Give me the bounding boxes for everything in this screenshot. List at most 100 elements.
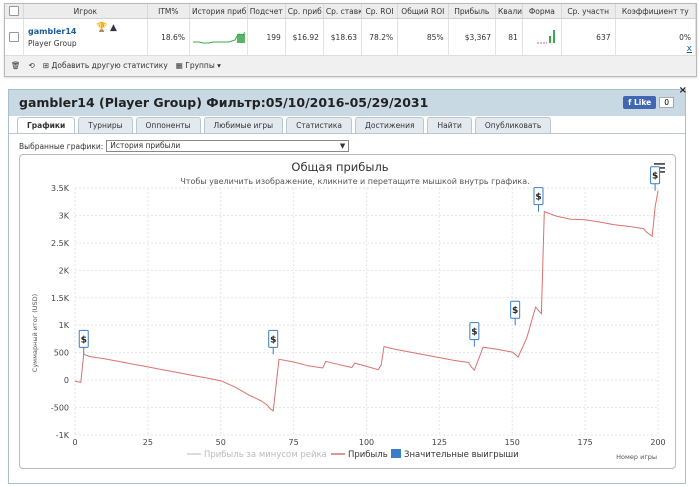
quali-value: 81 (495, 18, 523, 55)
big-win-marker[interactable]: $ (78, 329, 89, 355)
x-tick-label: 125 (432, 438, 447, 447)
legend-rake[interactable]: Прибыль за минусом рейка (204, 450, 327, 460)
groups-button[interactable]: ▦ Группы ▾ (176, 61, 221, 70)
big-win-marker[interactable]: $ (469, 322, 480, 347)
chart-select-label: Выбранные графики: (19, 141, 104, 151)
row-checkbox[interactable] (5, 18, 25, 55)
big-win-marker[interactable]: $ (533, 187, 544, 212)
close-icon[interactable]: × (679, 85, 687, 96)
x-tick-label: 50 (216, 438, 226, 447)
panel-title: gambler14 (Player Group) Фильтр:05/10/20… (19, 95, 429, 110)
profit-value: $3,367 (448, 18, 496, 55)
trophy-icon: 🏆 (96, 23, 108, 33)
panel-header: gambler14 (Player Group) Фильтр:05/10/20… (9, 85, 687, 116)
tab-favorite-games[interactable]: Любимые игры (203, 117, 284, 133)
y-tick-label: 1K (59, 321, 70, 330)
col-header[interactable]: Прибыль (448, 4, 496, 19)
big-win-marker[interactable]: $ (650, 166, 661, 191)
col-header[interactable]: Игрок (23, 4, 148, 19)
x-tick-label: 0 (72, 438, 77, 447)
x-tick-label: 200 (650, 438, 665, 447)
coef-value: 0% (615, 18, 696, 55)
y-tick-label: 3K (59, 211, 70, 220)
tab-tournaments[interactable]: Турниры (78, 117, 133, 133)
fb-like-count: 0 (659, 97, 674, 108)
tab-opponents[interactable]: Оппоненты (135, 117, 201, 133)
chart-title: Общая прибыль (291, 160, 388, 174)
dollar-icon: $ (652, 172, 658, 182)
fb-like-button[interactable]: f Like (623, 96, 657, 109)
tab-achievements[interactable]: Достижения (355, 117, 425, 133)
avg-roi-value: 78.2% (361, 18, 399, 55)
player-panel: gambler14 (Player Group) Фильтр:05/10/20… (8, 85, 687, 484)
x-tick-label: 175 (577, 438, 592, 447)
profit-chart[interactable]: Общая прибыль Чтобы увеличить изображени… (20, 155, 675, 468)
col-header[interactable]: Квали (495, 4, 523, 19)
avg-profit-value: $16.92 (285, 18, 324, 55)
y-tick-label: 0 (64, 376, 69, 385)
link-icon[interactable]: ⟲ (29, 61, 35, 70)
y-tick-label: 1.5K (51, 294, 70, 303)
facebook-icon: f (628, 98, 632, 107)
form-sparkline (522, 18, 562, 55)
col-header[interactable]: Форма (522, 4, 562, 19)
col-header[interactable]: Подсчет (247, 4, 286, 19)
remove-row-link[interactable]: x (687, 44, 692, 54)
avg-entrants-value: 637 (561, 18, 616, 55)
col-header[interactable]: Коэффициент ту (615, 4, 696, 19)
y-tick-label: -1K (56, 431, 70, 440)
tab-publish[interactable]: Опубликовать (474, 117, 552, 133)
dollar-icon: $ (512, 306, 518, 316)
y-tick-label: 2.5K (51, 239, 70, 248)
chart-container[interactable]: Общая прибыль Чтобы увеличить изображени… (19, 154, 676, 469)
x-tick-label: 25 (143, 438, 153, 447)
chevron-down-icon: ▼ (339, 142, 346, 150)
stats-panel: Игрок ITM% История приб Подсчет Ср. приб… (4, 3, 697, 77)
x-tick-label: 75 (289, 438, 299, 447)
col-header[interactable]: Ср. ROI (361, 4, 399, 19)
y-tick-label: 500 (54, 349, 69, 358)
tab-bar: Графики Турниры Оппоненты Любимые игры С… (17, 117, 552, 133)
count-value: 199 (247, 18, 286, 55)
chart-subtitle: Чтобы увеличить изображение, кликните и … (180, 177, 529, 186)
stats-table: Игрок ITM% История приб Подсчет Ср. приб… (5, 4, 696, 55)
col-header[interactable]: Ср. ставк (323, 4, 363, 19)
profit-history-sparkline (189, 18, 248, 55)
col-header[interactable]: История приб (189, 4, 248, 19)
tab-find[interactable]: Найти (427, 117, 472, 133)
x-axis-label: Номер игры (616, 453, 657, 461)
groups-label: Группы (185, 60, 215, 70)
col-header[interactable]: ITM% (147, 4, 190, 19)
tab-statistics[interactable]: Статистика (286, 117, 352, 133)
y-tick-label: 3.5K (51, 184, 70, 193)
dollar-icon: $ (535, 193, 541, 203)
add-stat-label: Добавить другую статистику (51, 60, 168, 70)
dollar-icon: $ (81, 335, 87, 345)
big-win-marker[interactable]: $ (268, 329, 279, 355)
player-name-link[interactable]: gambler14 (28, 27, 143, 36)
shark-icon: ▲ (110, 23, 117, 33)
total-roi-value: 85% (397, 18, 449, 55)
player-cell: gambler14 Player Group 🏆 ▲ (23, 18, 148, 55)
y-tick-label: -500 (51, 404, 69, 413)
add-stat-button[interactable]: ⊞ Добавить другую статистику (43, 61, 168, 70)
chart-select-row: Выбранные графики: История прибыли ▼ (19, 140, 350, 152)
player-group: Player Group (28, 38, 77, 48)
col-header[interactable]: Ср. приб (285, 4, 324, 19)
tab-charts[interactable]: Графики (17, 117, 76, 133)
x-tick-label: 150 (505, 438, 520, 447)
dollar-icon: $ (471, 328, 477, 338)
col-header[interactable]: Ср. участн (561, 4, 616, 19)
y-tick-label: 2K (59, 266, 70, 275)
legend-big-wins[interactable]: Значительные выигрыши (404, 450, 519, 460)
facebook-like[interactable]: f Like 0 (623, 96, 674, 109)
trash-icon[interactable]: 🗑 (11, 61, 21, 70)
legend-profit[interactable]: Прибыль (348, 450, 388, 460)
chart-select[interactable]: История прибыли ▼ (106, 140, 350, 152)
col-header[interactable]: Общий ROI (397, 4, 449, 19)
dollar-icon: $ (270, 335, 276, 345)
y-axis-label: Суммарный итог (USD) (31, 294, 39, 372)
avg-stake-value: $18.63 (323, 18, 363, 55)
select-all-checkbox[interactable] (5, 4, 25, 19)
chart-legend: Прибыль за минусом рейка Прибыль Значите… (187, 449, 519, 460)
